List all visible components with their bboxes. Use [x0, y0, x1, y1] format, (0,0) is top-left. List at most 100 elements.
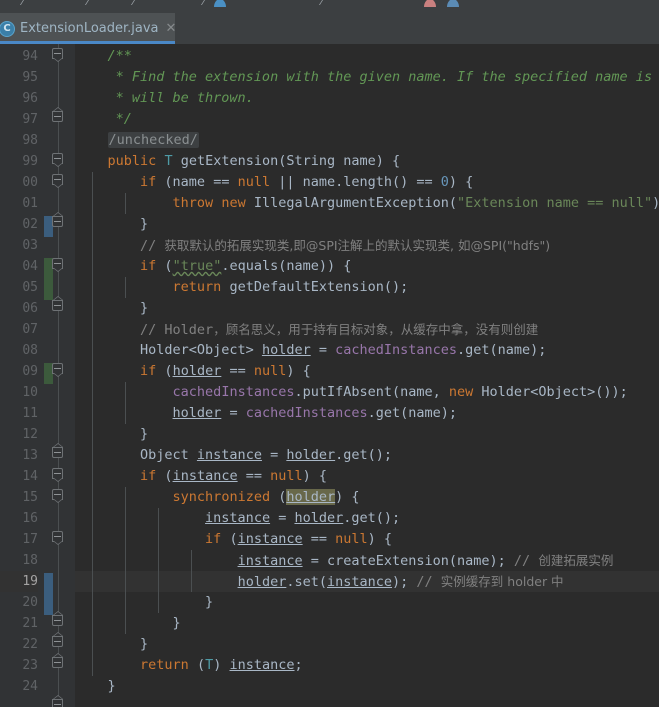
code-line-15[interactable]: synchronized (holder) { — [75, 487, 659, 508]
token-lvar: instance — [196, 447, 262, 463]
change-bar-blue-2[interactable] — [44, 573, 53, 615]
toolbar-glyph-4[interactable]: ⁄ — [203, 0, 205, 7]
line-number-01[interactable]: 01 — [0, 193, 38, 214]
line-number-94[interactable]: 94 — [0, 46, 38, 67]
code-editor[interactable]: 94 95 96 97 98 99 00 01 02 03 04 05 06 07 08 09 10 11 12 13… — [0, 44, 659, 707]
fold-end-sync[interactable] — [52, 632, 65, 649]
fold-start-if-true[interactable] — [52, 258, 65, 272]
code-line-06[interactable]: } — [75, 298, 659, 319]
code-line-11[interactable]: holder = cachedInstances.get(name); — [75, 403, 659, 424]
fold-end-javadoc[interactable] — [52, 107, 65, 124]
line-number-23[interactable]: 23 — [0, 655, 38, 676]
line-number-17[interactable]: 17 — [0, 529, 38, 550]
toolbar-glyph-3[interactable]: ⁄ — [133, 0, 135, 7]
code-line-95[interactable]: * Find the extension with the given name… — [75, 67, 659, 88]
code-line-99[interactable]: public T getExtension(String name) { — [75, 151, 659, 172]
token-lvar: instance — [172, 468, 238, 484]
line-number-05[interactable]: 05 — [0, 277, 38, 298]
editor-tab-extensionloader[interactable]: C ExtensionLoader.java ✕ — [0, 13, 177, 44]
fold-start-if-instance[interactable] — [52, 468, 65, 482]
line-number-10[interactable]: 10 — [0, 382, 38, 403]
fold-start-method[interactable] — [52, 153, 65, 167]
line-number-97[interactable]: 97 — [0, 109, 38, 130]
line-number-04[interactable]: 04 — [0, 256, 38, 277]
line-number-02[interactable]: 02 — [0, 214, 38, 235]
fold-end-if-holder[interactable] — [52, 443, 65, 460]
fold-start-if-null[interactable] — [52, 174, 65, 188]
code-line-97[interactable]: */ — [75, 109, 659, 130]
line-number-22[interactable]: 22 — [0, 634, 38, 655]
line-number-18[interactable]: 18 — [0, 550, 38, 571]
toolbar-glyph-2[interactable]: ⁄ — [87, 0, 89, 7]
line-number-20[interactable]: 20 — [0, 592, 38, 613]
line-number-95[interactable]: 95 — [0, 67, 38, 88]
fold-start-if-holder[interactable] — [52, 363, 65, 377]
code-line-02[interactable]: } — [75, 214, 659, 235]
editor-gutter[interactable]: 94 95 96 97 98 99 00 01 02 03 04 05 06 07 08 09 10 11 12 13… — [0, 44, 75, 707]
fold-end-if-null[interactable] — [52, 212, 65, 229]
code-line-text: Holder<Object> holder = cachedInstances.… — [75, 342, 546, 358]
code-line-05[interactable]: return getDefaultExtension(); — [75, 277, 659, 298]
line-number-98[interactable]: 98 — [0, 130, 38, 151]
code-line-10[interactable]: cachedInstances.putIfAbsent(name, new Ho… — [75, 382, 659, 403]
token-str: "true" — [172, 258, 222, 274]
line-number-06[interactable]: 06 — [0, 298, 38, 319]
code-line-12[interactable]: } — [75, 424, 659, 445]
line-number-00[interactable]: 00 — [0, 172, 38, 193]
line-number-16[interactable]: 16 — [0, 508, 38, 529]
line-number-09[interactable]: 09 — [0, 361, 38, 382]
code-line-18[interactable]: instance = createExtension(name); // 创建拓… — [75, 550, 659, 571]
fold-start-sync[interactable] — [52, 489, 65, 503]
line-number-07[interactable]: 07 — [0, 319, 38, 340]
debug-icon-partial[interactable] — [424, 0, 436, 7]
line-number-99[interactable]: 99 — [0, 151, 38, 172]
fold-end-if-true[interactable] — [52, 296, 65, 313]
toolbar-glyph-1[interactable]: ⁄ — [22, 0, 24, 7]
code-line-03[interactable]: // 获取默认的拓展实现类,即@SPI注解上的默认实现类, 如@SPI("hdf… — [75, 235, 659, 256]
fold-end-inner-if[interactable] — [52, 611, 65, 628]
fold-start-inner-if[interactable] — [52, 531, 65, 545]
code-line-20[interactable]: } — [75, 592, 659, 613]
code-line-08[interactable]: Holder<Object> holder = cachedInstances.… — [75, 340, 659, 361]
fold-end-if-instance[interactable] — [52, 653, 65, 670]
code-line-13[interactable]: Object instance = holder.get(); — [75, 445, 659, 466]
line-number-08[interactable]: 08 — [0, 340, 38, 361]
line-number-19[interactable]: 19 — [0, 571, 38, 592]
line-number-21[interactable]: 21 — [0, 613, 38, 634]
line-number-15[interactable]: 15 — [0, 487, 38, 508]
code-line-14[interactable]: if (instance == null) { — [75, 466, 659, 487]
code-line-04[interactable]: if ("true".equals(name)) { — [75, 256, 659, 277]
code-line-00[interactable]: if (name == null || name.length() == 0) … — [75, 172, 659, 193]
line-number-13[interactable]: 13 — [0, 445, 38, 466]
line-number-14[interactable]: 14 — [0, 466, 38, 487]
code-line-23[interactable]: return (T) instance; — [75, 655, 659, 676]
line-number-03[interactable]: 03 — [0, 235, 38, 256]
token-plain: .set( — [286, 574, 327, 590]
code-line-01[interactable]: throw new IllegalArgumentException("Exte… — [75, 193, 659, 214]
code-line-22[interactable]: } — [75, 634, 659, 655]
token-lvar: holder — [172, 363, 222, 379]
line-number-96[interactable]: 96 — [0, 88, 38, 109]
code-line-17[interactable]: if (instance == null) { — [75, 529, 659, 550]
settings-icon-partial[interactable] — [447, 0, 459, 7]
line-number-12[interactable]: 12 — [0, 424, 38, 445]
code-line-16[interactable]: instance = holder.get(); — [75, 508, 659, 529]
code-line-09[interactable]: if (holder == null) { — [75, 361, 659, 382]
fold-start-javadoc[interactable] — [52, 48, 65, 62]
code-line-07[interactable]: // Holder，顾名思义，用于持有目标对象，从缓存中拿，没有则创建 — [75, 319, 659, 340]
code-line-21[interactable]: } — [75, 613, 659, 634]
fold-end-method[interactable] — [52, 695, 65, 707]
toolbar-glyph-5[interactable]: ⁄ — [321, 0, 323, 7]
code-line-96[interactable]: * will be thrown. — [75, 88, 659, 109]
close-icon[interactable]: ✕ — [166, 22, 177, 35]
line-number-24[interactable]: 24 — [0, 676, 38, 697]
code-line-19[interactable]: holder.set(instance); // 实例缓存到 holder 中 — [75, 571, 659, 592]
code-line-94[interactable]: /** — [75, 46, 659, 67]
code-area[interactable]: /** * Find the extension with the given … — [75, 44, 659, 707]
code-line-98[interactable]: /unchecked/ — [75, 130, 659, 151]
token-doc: * will be thrown. — [75, 90, 254, 106]
line-number-11[interactable]: 11 — [0, 403, 38, 424]
code-line-24[interactable]: } — [75, 676, 659, 697]
run-icon-partial[interactable] — [214, 0, 226, 7]
